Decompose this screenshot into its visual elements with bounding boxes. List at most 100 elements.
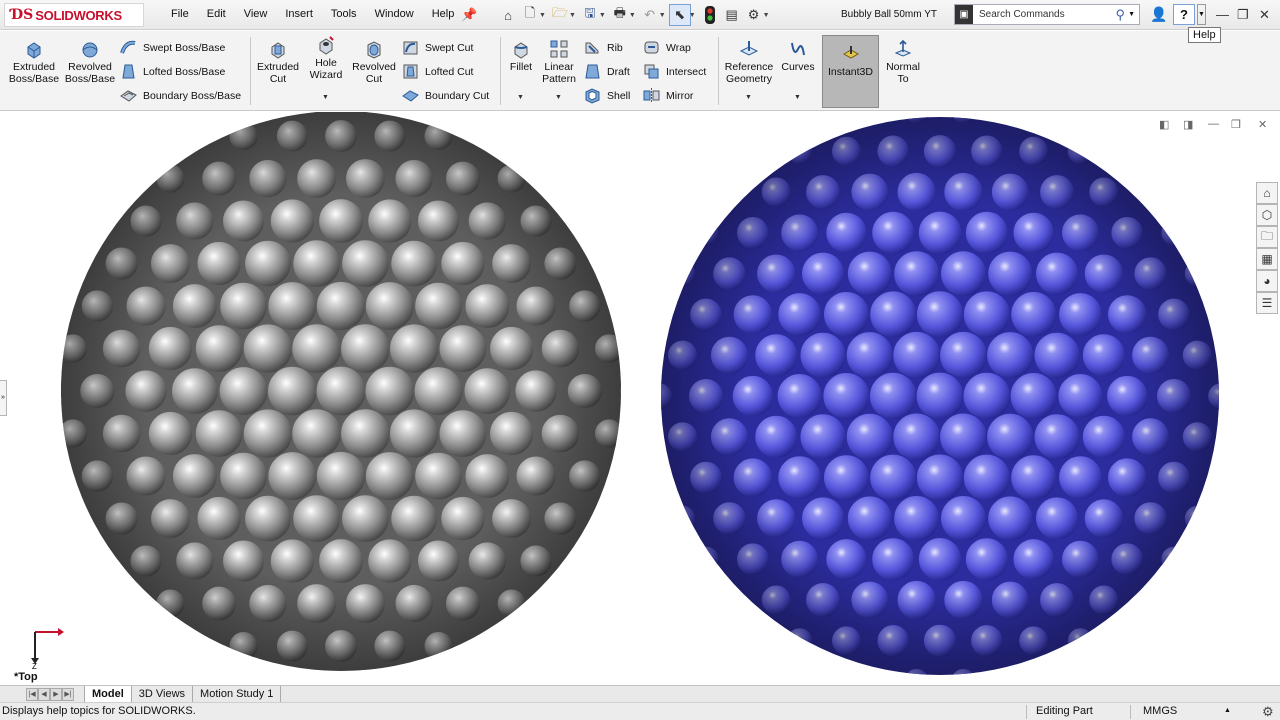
- draft-button[interactable]: Draft: [584, 63, 630, 80]
- viewport-next-icon[interactable]: ◨: [1183, 118, 1193, 131]
- menu-file[interactable]: File: [162, 8, 198, 20]
- lofted-cut-button[interactable]: Lofted Cut: [402, 63, 473, 80]
- open-folder-icon[interactable]: 🗁: [549, 4, 571, 26]
- linear-pattern-button[interactable]: Linear Pattern: [540, 39, 578, 85]
- rib-button[interactable]: Rib: [584, 39, 623, 56]
- bubbly-ball-blue-model[interactable]: [646, 112, 1234, 686]
- close-icon[interactable]: ✕: [1259, 7, 1270, 23]
- feature-manager-collapse-handle[interactable]: »: [0, 380, 7, 416]
- hole-wizard-label: Hole Wizard: [309, 57, 343, 81]
- unit-system-dropdown-icon[interactable]: ▲: [1224, 707, 1231, 714]
- user-icon[interactable]: 👤: [1150, 6, 1167, 23]
- mirror-button[interactable]: Mirror: [643, 87, 693, 104]
- instant3d-button[interactable]: Instant3D: [822, 35, 879, 108]
- file-properties-icon[interactable]: ▤: [721, 4, 743, 26]
- print-icon[interactable]: 🖶: [609, 4, 631, 26]
- normal-to-button[interactable]: Normal To: [882, 39, 924, 85]
- status-bar: Displays help topics for SOLIDWORKS. Edi…: [0, 702, 1280, 720]
- intersect-button[interactable]: Intersect: [643, 63, 706, 80]
- lofted-boss-button[interactable]: Lofted Boss/Base: [120, 63, 225, 80]
- reference-geometry-button[interactable]: Reference Geometry: [722, 39, 776, 85]
- design-library-icon[interactable]: ⬡: [1256, 204, 1278, 226]
- tab-next-icon[interactable]: ▶: [50, 687, 62, 701]
- extruded-cut-button[interactable]: Extruded Cut: [254, 39, 302, 85]
- graphics-area[interactable]: [0, 111, 1280, 686]
- view-palette-icon[interactable]: ▦: [1256, 248, 1278, 270]
- menu-window[interactable]: Window: [366, 8, 423, 20]
- bubble: [715, 586, 744, 614]
- bubble: [661, 463, 673, 492]
- linear-pattern-dropdown-icon[interactable]: ▼: [555, 94, 562, 101]
- hole-wizard-dropdown-icon[interactable]: ▼: [322, 94, 329, 101]
- fillet-dropdown-icon[interactable]: ▼: [517, 94, 524, 101]
- search-commands-box[interactable]: ▣ Search Commands ⚲ ▼: [954, 4, 1140, 25]
- search-commands-icon: ▣: [955, 5, 973, 24]
- boundary-boss-button[interactable]: Boundary Boss/Base: [120, 87, 241, 104]
- options-dropdown-icon[interactable]: ▼: [763, 12, 770, 19]
- viewport-close-icon[interactable]: ✕: [1258, 118, 1267, 131]
- extruded-boss-button[interactable]: Extruded Boss/Base: [8, 39, 60, 85]
- save-icon[interactable]: 🖫: [579, 4, 601, 26]
- swept-cut-button[interactable]: Swept Cut: [402, 39, 473, 56]
- help-dropdown-icon[interactable]: ▼: [1197, 4, 1206, 25]
- reference-geometry-dropdown-icon[interactable]: ▼: [745, 94, 752, 101]
- restore-icon[interactable]: ❐: [1237, 7, 1249, 23]
- fillet-label: Fillet: [509, 61, 533, 73]
- tab-motion-study-1[interactable]: Motion Study 1: [193, 686, 282, 702]
- viewport-restore-icon[interactable]: ❐: [1231, 118, 1241, 131]
- revolved-boss-button[interactable]: Revolved Boss/Base: [64, 39, 116, 85]
- search-input[interactable]: Search Commands: [973, 9, 1116, 20]
- menu-insert[interactable]: Insert: [276, 8, 322, 20]
- bubble: [1136, 586, 1165, 614]
- new-document-icon[interactable]: 🗋: [519, 4, 541, 26]
- rebuild-traffic-light-icon[interactable]: [699, 4, 721, 26]
- shell-button[interactable]: Shell: [584, 87, 630, 104]
- status-settings-icon[interactable]: ⚙: [1262, 704, 1274, 720]
- tab-3d-views[interactable]: 3D Views: [132, 686, 194, 702]
- bubble: [1136, 178, 1165, 206]
- file-explorer-icon[interactable]: 🗀: [1256, 226, 1278, 248]
- solidworks-resources-icon[interactable]: ⌂: [1256, 182, 1278, 204]
- solidworks-logo[interactable]: ƊS SOLIDWORKS: [4, 3, 144, 27]
- bubble: [661, 300, 673, 329]
- help-button[interactable]: ?: [1173, 4, 1195, 25]
- tab-prev-icon[interactable]: ◀: [38, 687, 50, 701]
- appearances-icon[interactable]: ◕: [1256, 270, 1278, 292]
- swept-boss-button[interactable]: Swept Boss/Base: [120, 39, 225, 56]
- boundary-cut-button[interactable]: Boundary Cut: [402, 87, 489, 104]
- curves-button[interactable]: Curves: [780, 39, 816, 73]
- search-magnifier-icon[interactable]: ⚲: [1116, 7, 1129, 23]
- select-arrow-icon[interactable]: ⬉: [668, 4, 691, 26]
- new-dropdown-icon[interactable]: ▼: [539, 12, 546, 19]
- menu-view[interactable]: View: [235, 8, 277, 20]
- save-dropdown-icon[interactable]: ▼: [599, 12, 606, 19]
- menu-help[interactable]: Help: [423, 8, 464, 20]
- menu-edit[interactable]: Edit: [198, 8, 235, 20]
- pin-menu-icon[interactable]: 📌: [461, 7, 477, 23]
- bubbly-ball-gray-model[interactable]: [35, 111, 648, 671]
- search-dropdown-icon[interactable]: ▼: [1128, 11, 1139, 18]
- wrap-button[interactable]: Wrap: [643, 39, 691, 56]
- print-dropdown-icon[interactable]: ▼: [629, 12, 636, 19]
- hole-wizard-button[interactable]: Hole Wizard: [306, 35, 346, 81]
- tab-last-icon[interactable]: ▶|: [62, 687, 74, 701]
- bubble: [472, 631, 502, 661]
- curves-dropdown-icon[interactable]: ▼: [794, 94, 801, 101]
- unit-system-selector[interactable]: MMGS: [1143, 705, 1177, 717]
- select-dropdown-icon[interactable]: ▼: [689, 12, 696, 19]
- tab-first-icon[interactable]: |◀: [26, 687, 38, 701]
- undo-icon[interactable]: ↶: [639, 4, 661, 26]
- viewport-minimize-icon[interactable]: —: [1208, 118, 1219, 130]
- menu-tools[interactable]: Tools: [322, 8, 366, 20]
- revolved-cut-button[interactable]: Revolved Cut: [350, 39, 398, 85]
- minimize-icon[interactable]: —: [1216, 7, 1229, 22]
- open-dropdown-icon[interactable]: ▼: [569, 12, 576, 19]
- revolved-cut-label: Revolved Cut: [352, 61, 396, 85]
- undo-dropdown-icon[interactable]: ▼: [659, 12, 666, 19]
- options-gear-icon[interactable]: ⚙: [743, 4, 765, 26]
- tab-model[interactable]: Model: [84, 686, 132, 702]
- fillet-button[interactable]: Fillet: [505, 39, 537, 73]
- custom-properties-icon[interactable]: ☰: [1256, 292, 1278, 314]
- home-icon[interactable]: ⌂: [497, 4, 519, 26]
- viewport-prev-icon[interactable]: ◧: [1159, 118, 1169, 131]
